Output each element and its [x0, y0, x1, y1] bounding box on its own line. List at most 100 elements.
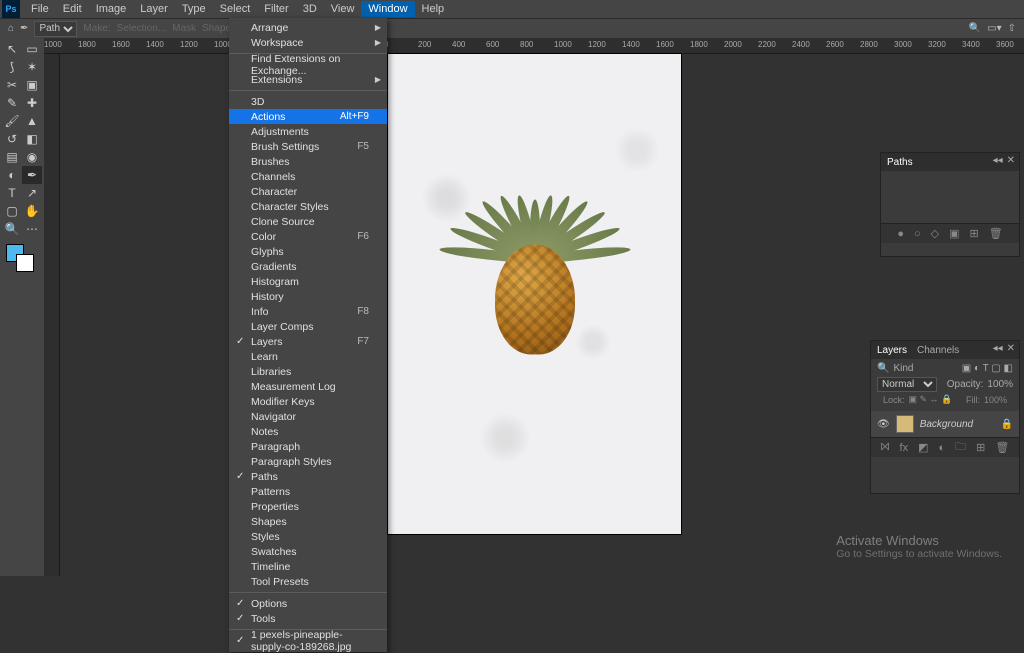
- menu-item-adjustments[interactable]: Adjustments: [229, 124, 387, 139]
- trash-icon[interactable]: 🗑: [989, 227, 1003, 240]
- fx-icon[interactable]: fx: [900, 442, 909, 454]
- menu-item-info[interactable]: InfoF8: [229, 304, 387, 319]
- menu-item-libraries[interactable]: Libraries: [229, 364, 387, 379]
- menu-item-paragraph[interactable]: Paragraph: [229, 439, 387, 454]
- color-swatches[interactable]: [2, 244, 42, 276]
- selection-icon[interactable]: ◇: [931, 227, 939, 240]
- close-icon[interactable]: ✕: [1007, 155, 1015, 166]
- menu-item-swatches[interactable]: Swatches: [229, 544, 387, 559]
- stamp-tool[interactable]: ▲: [22, 112, 42, 130]
- more-tools[interactable]: ⋯: [22, 220, 42, 238]
- menu-layer[interactable]: Layer: [133, 1, 175, 17]
- menu-item-modifier-keys[interactable]: Modifier Keys: [229, 394, 387, 409]
- menu-item-brush-settings[interactable]: Brush SettingsF5: [229, 139, 387, 154]
- menu-item-learn[interactable]: Learn: [229, 349, 387, 364]
- menu-item-notes[interactable]: Notes: [229, 424, 387, 439]
- layer-row-background[interactable]: 👁 Background 🔒: [871, 411, 1019, 437]
- menu-item-paragraph-styles[interactable]: Paragraph Styles: [229, 454, 387, 469]
- fill-path-icon[interactable]: ●: [897, 228, 904, 240]
- pen-tool-icon[interactable]: ✒: [20, 23, 28, 34]
- lasso-tool[interactable]: ⟆: [2, 58, 22, 76]
- menu-item-color[interactable]: ColorF6: [229, 229, 387, 244]
- trash-icon[interactable]: 🗑: [995, 441, 1009, 454]
- menu-item-3d[interactable]: 3D: [229, 94, 387, 109]
- home-icon[interactable]: ⌂: [8, 23, 14, 34]
- marquee-tool[interactable]: ▭: [22, 40, 42, 58]
- gradient-tool[interactable]: ▤: [2, 148, 22, 166]
- quick-select-tool[interactable]: ✶: [22, 58, 42, 76]
- collapse-icon[interactable]: ◂◂: [993, 343, 1003, 354]
- menu-item-brushes[interactable]: Brushes: [229, 154, 387, 169]
- link-icon[interactable]: ⨝: [881, 441, 890, 454]
- fill-value[interactable]: 100%: [984, 395, 1007, 405]
- history-brush-tool[interactable]: ↺: [2, 130, 22, 148]
- menu-item-glyphs[interactable]: Glyphs: [229, 244, 387, 259]
- menu-window[interactable]: Window: [361, 1, 414, 17]
- crop-tool[interactable]: ✂: [2, 76, 22, 94]
- menu-item-navigator[interactable]: Navigator: [229, 409, 387, 424]
- tab-layers[interactable]: Layers: [877, 345, 907, 356]
- selection-button[interactable]: Selection...: [117, 23, 166, 34]
- menu-item-styles[interactable]: Styles: [229, 529, 387, 544]
- menu-file[interactable]: File: [24, 1, 56, 17]
- opacity-value[interactable]: 100%: [987, 379, 1013, 390]
- menu-item-history[interactable]: History: [229, 289, 387, 304]
- menu-view[interactable]: View: [324, 1, 362, 17]
- menu-item-patterns[interactable]: Patterns: [229, 484, 387, 499]
- tab-paths[interactable]: Paths: [887, 157, 913, 168]
- menu-item-find-extensions-on-exchange-[interactable]: Find Extensions on Exchange...: [229, 57, 387, 72]
- blend-mode-select[interactable]: Normal: [877, 377, 937, 392]
- collapse-icon[interactable]: ◂◂: [993, 155, 1003, 166]
- menu-item-timeline[interactable]: Timeline: [229, 559, 387, 574]
- menu-item-layers[interactable]: ✓LayersF7: [229, 334, 387, 349]
- frame-tool[interactable]: ▣: [22, 76, 42, 94]
- new-path-icon[interactable]: ⊞: [970, 227, 979, 240]
- menu-filter[interactable]: Filter: [257, 1, 295, 17]
- share-icon[interactable]: ⇧: [1008, 23, 1016, 34]
- type-tool[interactable]: T: [2, 184, 22, 202]
- group-icon[interactable]: 🗀: [955, 438, 966, 457]
- pen-tool[interactable]: ✒: [22, 166, 42, 184]
- menu-select[interactable]: Select: [213, 1, 258, 17]
- menu-item-arrange[interactable]: Arrange▶: [229, 20, 387, 35]
- menu-item-options[interactable]: ✓Options: [229, 596, 387, 611]
- menu-item-properties[interactable]: Properties: [229, 499, 387, 514]
- adjust-icon[interactable]: ◐: [939, 442, 946, 454]
- menu-item-clone-source[interactable]: Clone Source: [229, 214, 387, 229]
- shape-button[interactable]: Shape: [202, 23, 231, 34]
- mask-icon[interactable]: ◩: [918, 441, 928, 454]
- blur-tool[interactable]: ◉: [22, 148, 42, 166]
- menu-item-workspace[interactable]: Workspace▶: [229, 35, 387, 50]
- zoom-tool[interactable]: 🔍: [2, 220, 22, 238]
- menu-item-character-styles[interactable]: Character Styles: [229, 199, 387, 214]
- mask-icon[interactable]: ▣: [949, 227, 959, 240]
- document-canvas[interactable]: [388, 54, 681, 534]
- eyedropper-tool[interactable]: ✎: [2, 94, 22, 112]
- path-select-tool[interactable]: ↗: [22, 184, 42, 202]
- menu-type[interactable]: Type: [175, 1, 213, 17]
- menu-image[interactable]: Image: [89, 1, 134, 17]
- menu-item-histogram[interactable]: Histogram: [229, 274, 387, 289]
- menu-3d[interactable]: 3D: [296, 1, 324, 17]
- menu-help[interactable]: Help: [415, 1, 452, 17]
- visibility-icon[interactable]: 👁: [877, 419, 890, 430]
- mode-select[interactable]: Path: [34, 21, 77, 37]
- tab-channels[interactable]: Channels: [917, 345, 959, 356]
- layers-panel[interactable]: ◂◂✕ Layers Channels 🔍Kind ▣ ◐ T ▢ ◧ Norm…: [870, 340, 1020, 494]
- shape-tool[interactable]: ▢: [2, 202, 22, 220]
- eraser-tool[interactable]: ◧: [22, 130, 42, 148]
- menu-item-extensions[interactable]: Extensions▶: [229, 72, 387, 87]
- hand-tool[interactable]: ✋: [22, 202, 42, 220]
- menu-item-shapes[interactable]: Shapes: [229, 514, 387, 529]
- menu-item-tool-presets[interactable]: Tool Presets: [229, 574, 387, 589]
- menu-item-measurement-log[interactable]: Measurement Log: [229, 379, 387, 394]
- heal-tool[interactable]: ✚: [22, 94, 42, 112]
- stroke-path-icon[interactable]: ○: [914, 228, 921, 240]
- menu-edit[interactable]: Edit: [56, 1, 89, 17]
- move-tool[interactable]: ↖: [2, 40, 22, 58]
- menu-item-character[interactable]: Character: [229, 184, 387, 199]
- menu-item-1-pexels-pineapple-supply-co-189268-jpg[interactable]: ✓1 pexels-pineapple-supply-co-189268.jpg: [229, 633, 387, 648]
- menu-item-paths[interactable]: ✓Paths: [229, 469, 387, 484]
- menu-item-actions[interactable]: ActionsAlt+F9: [229, 109, 387, 124]
- menu-item-tools[interactable]: ✓Tools: [229, 611, 387, 626]
